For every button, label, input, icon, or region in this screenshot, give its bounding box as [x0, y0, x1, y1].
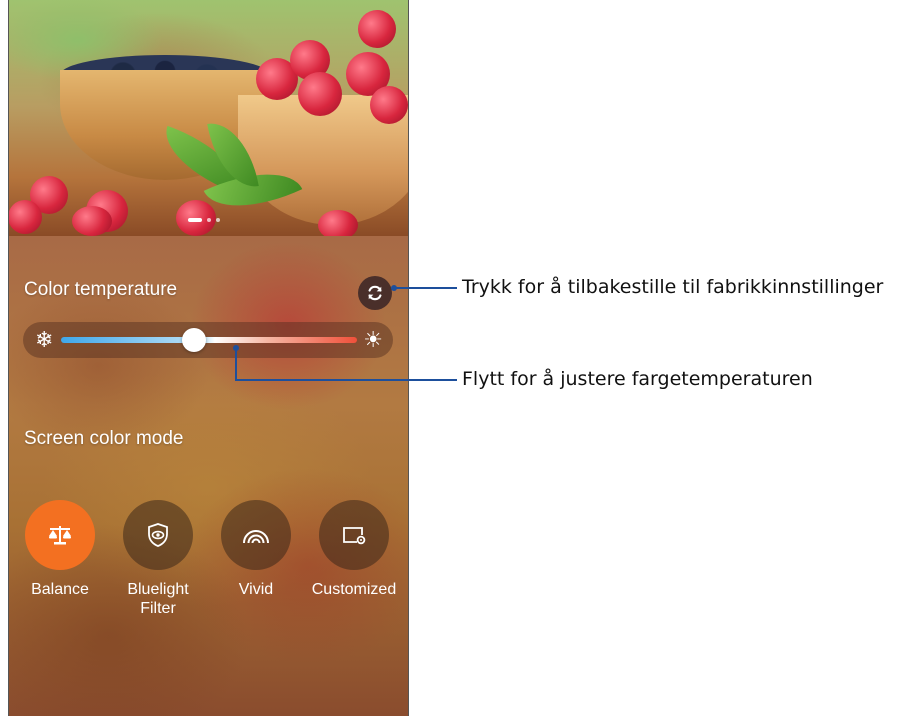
mode-vivid-circle[interactable] [221, 500, 291, 570]
reset-button[interactable] [358, 276, 392, 310]
settings-panel: Color temperature ❄ ☀ Screen color mode [8, 236, 409, 716]
callout-slider-hline [235, 379, 457, 381]
mode-bluelight-circle[interactable] [123, 500, 193, 570]
eye-shield-icon [148, 523, 168, 547]
mode-label: Vivid [238, 581, 274, 598]
mode-customized-circle[interactable] [319, 500, 389, 570]
page-indicator [188, 218, 220, 222]
refresh-icon [368, 285, 382, 301]
raspberry [8, 200, 42, 234]
page-dot-active [188, 218, 202, 222]
rainbow-icon [243, 530, 269, 544]
mode-label: Customized [311, 581, 397, 598]
balance-scale-icon [49, 526, 71, 545]
frame-left-edge [8, 0, 9, 716]
color-temperature-slider[interactable]: ❄ ☀ [23, 322, 393, 358]
berries-photo [8, 0, 409, 236]
color-temperature-title: Color temperature [24, 279, 178, 300]
raspberry [72, 206, 112, 236]
callout-slider-vline [235, 348, 237, 380]
temperature-gradient [61, 337, 357, 343]
snowflake-icon: ❄ [35, 327, 54, 352]
slider-thumb[interactable] [182, 328, 207, 352]
phone-screen: Color temperature ❄ ☀ Screen color mode [8, 0, 409, 716]
raspberry [370, 86, 408, 124]
callout-slider-text: Flytt for å justere fargetemperaturen [462, 368, 813, 390]
sun-icon: ☀ [363, 327, 383, 352]
raspberry [358, 10, 396, 48]
color-mode-list: Balance Bluelight Filter Vivid Customize… [8, 500, 409, 660]
mode-label: Bluelight Filter [127, 581, 189, 617]
mode-bluelight-filter[interactable]: Bluelight Filter [108, 500, 208, 618]
frame-right-edge [408, 0, 409, 716]
raspberry [298, 72, 342, 116]
mode-customized[interactable]: Customized [304, 500, 404, 599]
page-dot [207, 218, 211, 222]
custom-screen-icon [343, 527, 366, 545]
callout-reset-text: Trykk for å tilbakestille til fabrikkinn… [462, 276, 884, 298]
screen-color-mode-title: Screen color mode [24, 428, 184, 449]
mode-balance[interactable]: Balance [10, 500, 110, 599]
callout-reset-line [395, 287, 457, 289]
mode-label: Balance [31, 581, 89, 598]
mode-balance-circle[interactable] [25, 500, 95, 570]
raspberry [318, 210, 358, 236]
mode-vivid[interactable]: Vivid [206, 500, 306, 599]
page-dot [216, 218, 220, 222]
